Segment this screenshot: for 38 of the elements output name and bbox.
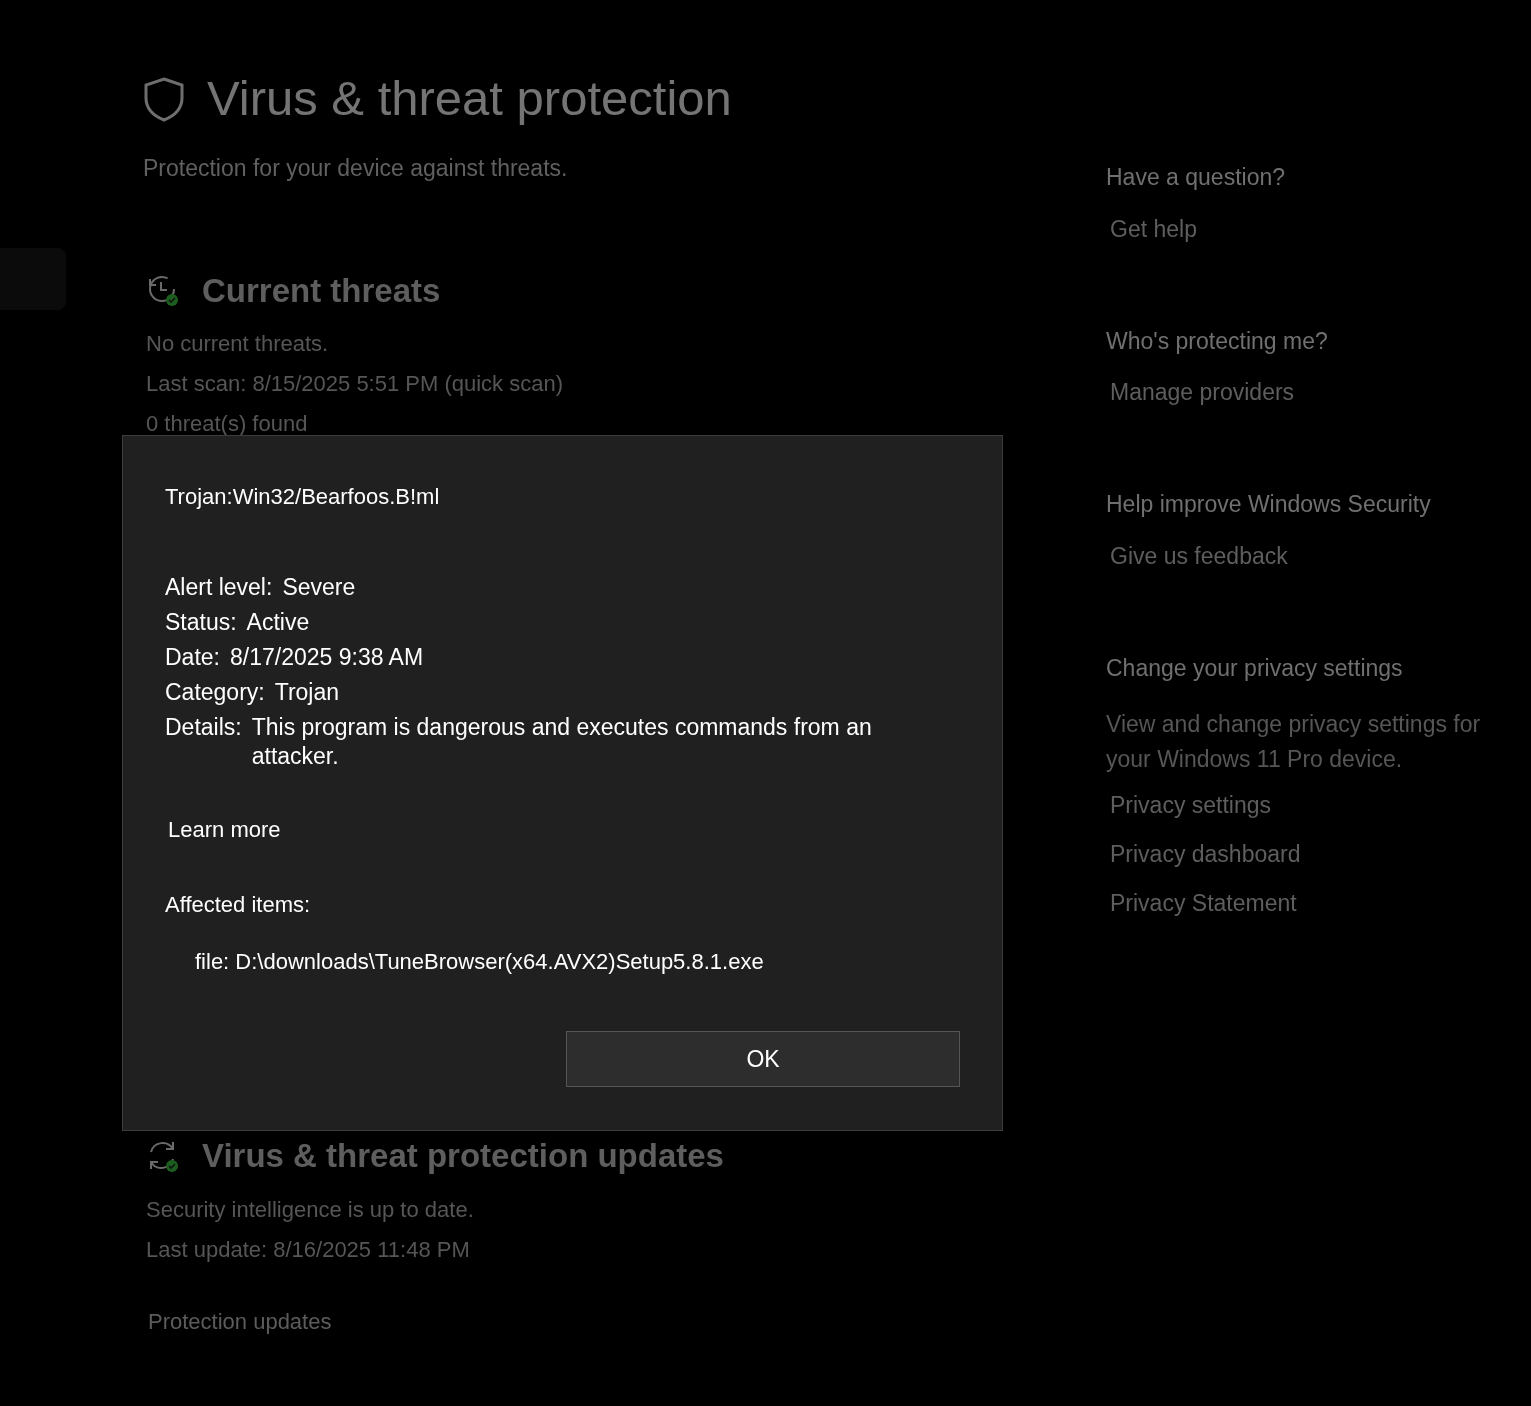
sidebar-link[interactable]: Give us feedback [1110, 541, 1288, 571]
ok-button[interactable]: OK [566, 1031, 960, 1087]
sidebar-link[interactable]: Privacy Statement [1110, 889, 1297, 918]
learn-more-link[interactable]: Learn more [168, 813, 281, 846]
sidebar-heading: Have a question? [1106, 163, 1286, 192]
field-value: Severe [282, 573, 356, 602]
status-text: Last scan: 8/15/2025 5:51 PM (quick scan) [146, 370, 564, 398]
sidebar-link[interactable]: Privacy dashboard [1110, 840, 1301, 869]
sidebar-text: View and change privacy settings for your Windows 11 Pro device. [1106, 710, 1482, 774]
protection-updates-link[interactable]: Protection updates [148, 1304, 1106, 1338]
page-title: Virus & threat protection [207, 74, 732, 123]
field-label: Details: [165, 713, 242, 742]
status-text: 0 threat(s) found [146, 410, 309, 438]
sidebar-link[interactable]: Get help [1110, 214, 1197, 244]
field-label: Category: [165, 678, 265, 707]
sidebar-link[interactable]: Manage providers [1110, 378, 1295, 407]
field-label: Alert level: [165, 573, 273, 602]
threat-name: Trojan:Win32/Bearfoos.B!ml [165, 483, 441, 511]
page-subtitle: Protection for your device against threats. [143, 154, 569, 183]
status-text: No current threats. [146, 330, 330, 358]
section-heading: Current threats [202, 270, 441, 311]
affected-file-path: file: D:\downloads\TuneBrowser(x64.AVX2)Setup5.8.1.exe [195, 948, 765, 976]
status-text: Last update: 8/16/2025 11:48 PM [146, 1235, 471, 1264]
field-value: Trojan [274, 678, 340, 707]
status-text: Security intelligence is up to date. [146, 1195, 475, 1224]
sidebar-heading: Help improve Windows Security [1106, 490, 1432, 519]
sidebar-heading: Who's protecting me? [1106, 326, 1329, 356]
clock-history-icon [146, 273, 180, 308]
field-label: Status: [165, 608, 237, 637]
field-value: 8/17/2025 9:38 AM [230, 643, 424, 672]
sidebar-heading: Change your privacy settings [1106, 653, 1404, 683]
field-label: Date: [165, 643, 220, 672]
field-value: This program is dangerous and executes commands from an attacker. [251, 713, 873, 771]
section-heading: Virus & threat protection updates [202, 1136, 724, 1176]
affected-items-label: Affected items: [165, 891, 312, 919]
field-value: Active [246, 608, 310, 637]
sidebar-link[interactable]: Privacy settings [1110, 791, 1272, 820]
shield-icon [143, 75, 185, 122]
